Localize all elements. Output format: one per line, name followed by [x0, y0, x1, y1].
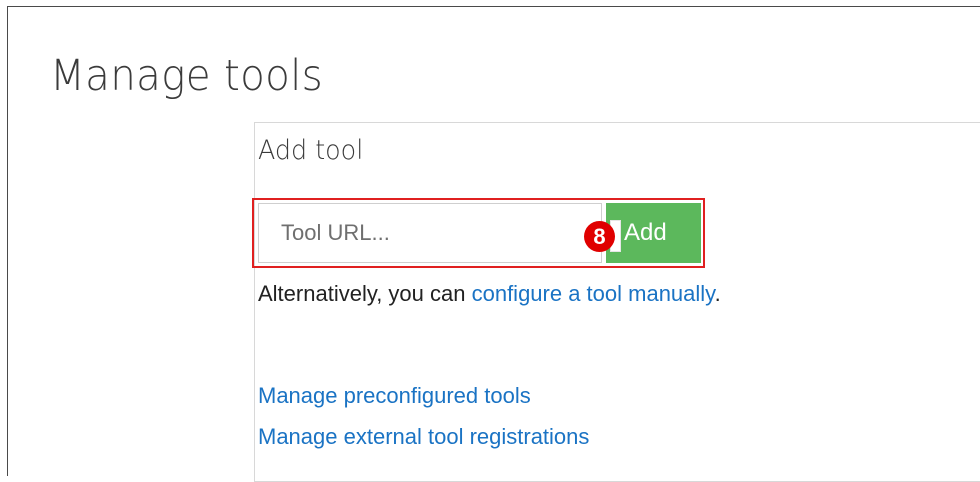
- page-title: Manage tools: [50, 51, 323, 101]
- add-tool-heading: Add tool: [258, 135, 364, 166]
- configure-manually-link[interactable]: configure a tool manually: [472, 281, 715, 306]
- manage-external-tool-registrations-link[interactable]: Manage external tool registrations: [258, 423, 589, 451]
- step-number-badge: 8: [584, 221, 615, 252]
- manage-preconfigured-tools-link[interactable]: Manage preconfigured tools: [258, 382, 531, 410]
- tool-url-input[interactable]: [258, 203, 602, 263]
- alternative-text: Alternatively, you can configure a tool …: [258, 280, 721, 308]
- alternative-prefix: Alternatively, you can: [258, 281, 472, 306]
- alternative-suffix: .: [714, 281, 721, 306]
